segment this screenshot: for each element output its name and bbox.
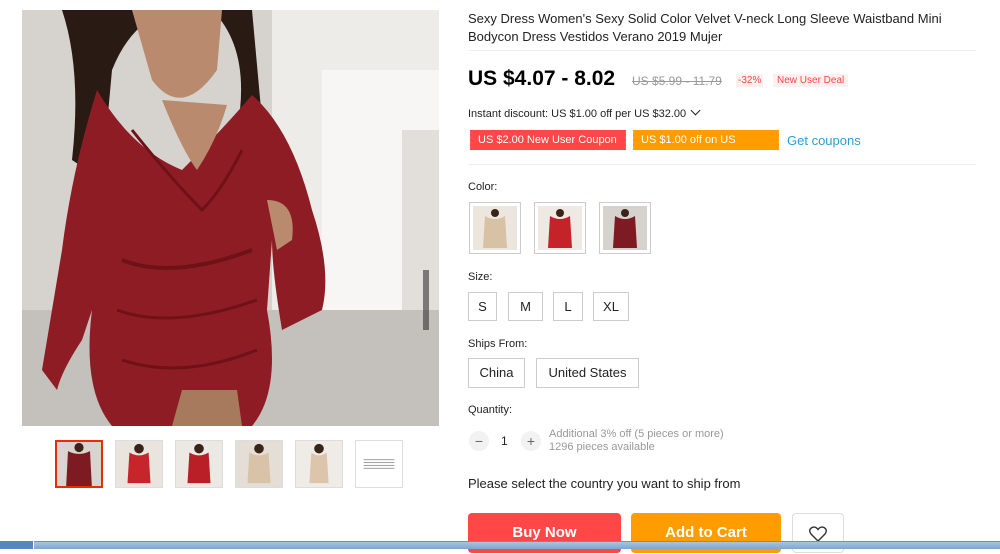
quantity-label: Quantity:: [468, 404, 513, 416]
thumbnail-5[interactable]: [295, 440, 343, 488]
os-taskbar: [0, 541, 1000, 549]
quantity-increase-button[interactable]: +: [521, 431, 541, 451]
quantity-decrease-button[interactable]: −: [469, 431, 489, 451]
thumbnail-3[interactable]: [175, 440, 223, 488]
thumbnail-2[interactable]: [115, 440, 163, 488]
quantity-info: Additional 3% off (5 pieces or more) 129…: [549, 428, 724, 454]
thumbnail-4[interactable]: [235, 440, 283, 488]
size-option-m[interactable]: M: [508, 292, 543, 321]
pieces-available-text: 1296 pieces available: [549, 441, 655, 453]
quantity-value[interactable]: 1: [501, 434, 508, 448]
ship-option-china[interactable]: China: [468, 358, 525, 388]
additional-discount-text: Additional 3% off (5 pieces or more): [549, 428, 724, 440]
new-user-deal-badge: New User Deal: [773, 74, 849, 87]
ship-option-united-states[interactable]: United States: [536, 358, 639, 388]
discount-badge: -32%: [736, 74, 764, 87]
product-title: Sexy Dress Women's Sexy Solid Color Velv…: [468, 11, 942, 44]
start-button[interactable]: [0, 541, 34, 549]
heart-icon: [809, 525, 827, 542]
size-label: Size:: [468, 271, 493, 283]
thumbnail-1[interactable]: [55, 440, 103, 488]
main-product-image[interactable]: [22, 10, 439, 426]
instant-discount-text: Instant discount: US $1.00 off per US $3…: [468, 108, 687, 120]
price: US $4.07 - 8.02: [468, 67, 616, 90]
color-option-wine[interactable]: [599, 202, 651, 254]
size-option-xl[interactable]: XL: [593, 292, 629, 321]
ship-country-message: Please select the country you want to sh…: [468, 476, 741, 491]
new-user-coupon[interactable]: US $2.00 New User Coupon: [468, 130, 628, 150]
instant-discount[interactable]: Instant discount: US $1.00 off per US $3…: [468, 105, 701, 120]
divider: [468, 50, 976, 51]
store-coupon[interactable]: US $1.00 off on US $26.00: [631, 130, 781, 166]
size-option-s[interactable]: S: [468, 292, 497, 321]
color-label: Color:: [468, 181, 498, 193]
get-coupons-link[interactable]: Get coupons: [787, 133, 861, 148]
size-option-l[interactable]: L: [553, 292, 583, 321]
divider: [468, 164, 976, 165]
color-option-red[interactable]: [534, 202, 586, 254]
color-option-beige[interactable]: [469, 202, 521, 254]
chevron-down-icon: [690, 105, 701, 116]
ships-from-label: Ships From:: [468, 338, 528, 350]
original-price: US $5.99 - 11.79: [632, 74, 722, 88]
thumbnail-6-size-chart[interactable]: [355, 440, 403, 488]
